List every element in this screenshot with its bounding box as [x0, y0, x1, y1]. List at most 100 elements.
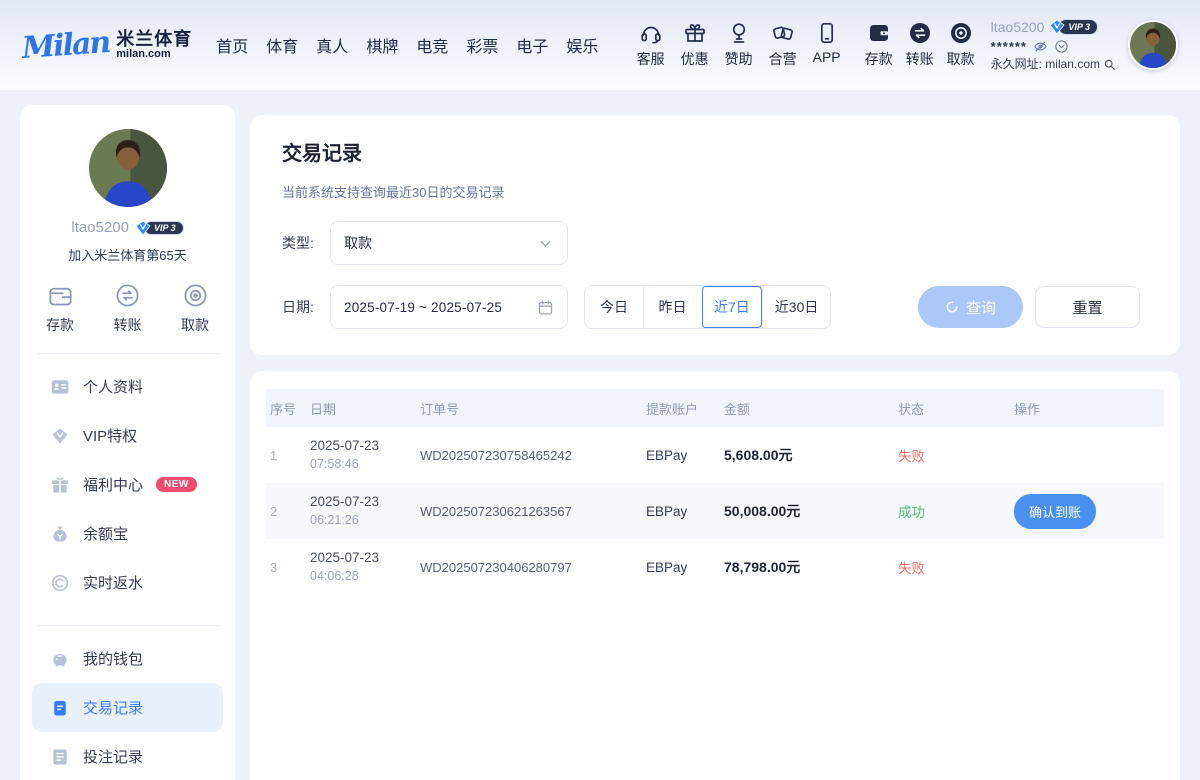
rebate-icon	[50, 573, 70, 593]
divider	[36, 353, 219, 354]
table-row: 3 2025-07-23 04:06:28 WD2025072304062807…	[266, 539, 1164, 595]
range-today-button[interactable]: 今日	[585, 286, 643, 328]
row-amount: 78,798.00元	[720, 557, 894, 577]
withdraw-button[interactable]: 取款	[947, 21, 975, 69]
nav-live[interactable]: 真人	[316, 33, 348, 57]
brand-logo[interactable]: Milan 米兰体育 milan.com	[22, 28, 192, 63]
row-time: 04:06:28	[310, 568, 416, 585]
bet-record-icon	[50, 747, 70, 767]
page: Milan 米兰体育 milan.com 首页 体育 真人 棋牌 电竞 彩票 电…	[0, 0, 1200, 780]
wallet-icon	[867, 21, 891, 45]
row-status: 失败	[894, 445, 1010, 465]
affiliate-button[interactable]: 合营	[769, 21, 797, 69]
sidebar-item-transactions[interactable]: 交易记录	[32, 683, 223, 732]
sidebar-avatar[interactable]	[89, 129, 167, 207]
sidebar-deposit-button[interactable]: 存款	[46, 282, 74, 335]
range-yesterday-button[interactable]: 昨日	[643, 286, 701, 328]
sidebar-item-my-wallet[interactable]: 我的钱包	[32, 634, 223, 683]
top-bar: Milan 米兰体育 milan.com 首页 体育 真人 棋牌 电竞 彩票 电…	[0, 0, 1200, 90]
col-status: 状态	[894, 399, 1010, 418]
money-bag-icon	[50, 524, 70, 544]
vip-diamond-icon	[1049, 19, 1065, 35]
table-row: 1 2025-07-23 07:58:46 WD2025072307584652…	[266, 427, 1164, 483]
nav-esports[interactable]: 电竞	[416, 33, 448, 57]
piggy-bank-icon	[50, 649, 70, 669]
nav-home[interactable]: 首页	[216, 33, 248, 57]
sidebar-item-profile[interactable]: 个人资料	[32, 362, 223, 411]
nav-chess[interactable]: 棋牌	[366, 33, 398, 57]
service-icon-group: 客服 优惠	[637, 21, 841, 69]
new-badge: NEW	[156, 477, 197, 492]
range-7days-button[interactable]: 近7日	[701, 286, 762, 328]
nav-entertainment[interactable]: 娱乐	[566, 33, 598, 57]
avatar-image	[1130, 22, 1176, 68]
page-subtitle: 当前系统支持查询最近30日的交易记录	[282, 182, 1148, 201]
sidebar-username: ltao5200	[71, 219, 129, 236]
affiliate-icon	[771, 21, 795, 45]
vip-badge: VIP 3	[1049, 19, 1098, 35]
sidebar: ltao5200 VIP 3 加入米兰体育第65天	[20, 105, 235, 780]
divider	[36, 625, 219, 626]
logo-cn-name: 米兰体育	[116, 30, 192, 49]
vip-badge: VIP 3	[135, 220, 184, 236]
search-icon[interactable]	[1103, 58, 1116, 71]
promotions-button[interactable]: 优惠	[681, 21, 709, 69]
eye-off-icon[interactable]	[1033, 39, 1048, 54]
sidebar-item-welfare[interactable]: 福利中心 NEW	[32, 460, 223, 509]
search-button[interactable]: 查询	[918, 286, 1023, 328]
filter-card: 交易记录 当前系统支持查询最近30日的交易记录 类型: 取款 日期: 2025-…	[250, 115, 1180, 355]
transfer-icon	[114, 282, 141, 309]
sidebar-quick-actions: 存款 转账 取款	[20, 282, 235, 335]
calendar-icon	[537, 299, 554, 316]
nav-lottery[interactable]: 彩票	[466, 33, 498, 57]
sponsorship-button[interactable]: 赞助	[725, 21, 753, 69]
sidebar-withdraw-button[interactable]: 取款	[181, 282, 209, 335]
logo-domain: milan.com	[116, 49, 192, 61]
confirm-received-button[interactable]: 确认到账	[1014, 494, 1096, 529]
reset-button[interactable]: 重置	[1035, 286, 1140, 328]
username[interactable]: ltao5200	[991, 18, 1045, 37]
user-avatar[interactable]	[1128, 20, 1178, 70]
loading-spinner-icon	[945, 300, 959, 314]
row-status: 失败	[894, 557, 1010, 577]
row-time: 06:21:26	[310, 512, 416, 529]
masked-balance: ******	[991, 38, 1027, 56]
row-account: EBPay	[642, 560, 720, 575]
deposit-button[interactable]: 存款	[865, 21, 893, 69]
col-action: 操作	[1010, 399, 1164, 418]
vip-privilege-icon	[50, 426, 70, 446]
wallet-icon-group: 存款 转账 取款	[865, 21, 975, 69]
sidebar-item-bet-records[interactable]: 投注记录	[32, 732, 223, 780]
sidebar-item-vip[interactable]: VIP特权	[32, 411, 223, 460]
nav-sports[interactable]: 体育	[266, 33, 298, 57]
id-card-icon	[50, 377, 70, 397]
row-account: EBPay	[642, 448, 720, 463]
nav-slots[interactable]: 电子	[516, 33, 548, 57]
logo-script-text: Milan	[21, 24, 110, 65]
range-30days-button[interactable]: 近30日	[762, 286, 831, 328]
col-index: 序号	[266, 399, 306, 418]
quick-range-group: 今日 昨日 近7日 近30日	[584, 285, 831, 329]
date-range-input[interactable]: 2025-07-19 ~ 2025-07-25	[330, 285, 568, 329]
col-account: 提款账户	[642, 399, 720, 418]
table-row: 2 2025-07-23 06:21:26 WD2025072306212635…	[266, 483, 1164, 539]
headset-icon	[639, 21, 663, 45]
row-order-number: WD202507230406280797	[416, 560, 642, 575]
gift-icon	[50, 475, 70, 495]
transfer-button[interactable]: 转账	[906, 21, 934, 69]
row-time: 07:58:46	[310, 456, 416, 473]
app-download-button[interactable]: APP	[813, 21, 841, 69]
date-range-value: 2025-07-19 ~ 2025-07-25	[344, 300, 537, 315]
transaction-record-icon	[50, 698, 70, 718]
type-select-value: 取款	[344, 233, 537, 253]
sidebar-item-yuebao[interactable]: 余额宝	[32, 509, 223, 558]
type-select[interactable]: 取款	[330, 221, 568, 265]
phone-icon	[815, 21, 839, 45]
sidebar-item-rebate[interactable]: 实时返水	[32, 558, 223, 607]
customer-service-button[interactable]: 客服	[637, 21, 665, 69]
sidebar-transfer-button[interactable]: 转账	[114, 282, 142, 335]
member-days-label: 加入米兰体育第65天	[20, 245, 235, 264]
circle-chevron-down-icon[interactable]	[1054, 39, 1069, 54]
row-amount: 5,608.00元	[720, 445, 894, 465]
row-status: 成功	[894, 501, 1010, 521]
